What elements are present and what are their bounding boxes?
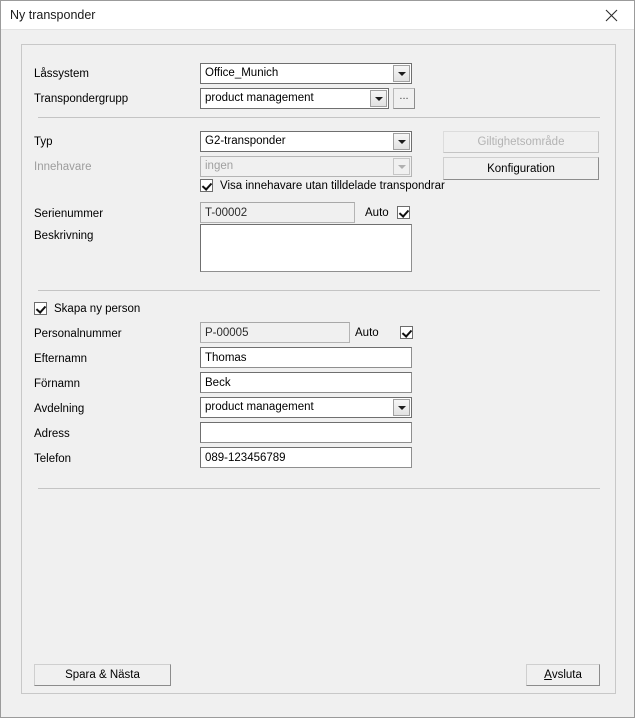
separator-3 bbox=[38, 488, 600, 489]
exit-button-rest: vsluta bbox=[551, 669, 582, 681]
title-bar: Ny transponder bbox=[1, 1, 634, 30]
create-new-person-checkbox[interactable]: Skapa ny person bbox=[34, 302, 140, 315]
transponder-group-value: product management bbox=[205, 92, 314, 104]
checkbox-box[interactable] bbox=[399, 326, 413, 339]
close-icon[interactable] bbox=[589, 1, 634, 29]
transponder-group-combo[interactable]: product management bbox=[200, 88, 389, 109]
checkbox-box[interactable] bbox=[34, 302, 47, 315]
serial-number-auto-label: Auto bbox=[365, 206, 389, 219]
locking-system-label: Låssystem bbox=[34, 68, 89, 80]
owner-combo: ingen bbox=[200, 156, 412, 177]
type-combo[interactable]: G2-transponder bbox=[200, 131, 412, 152]
personnel-number-auto-label: Auto bbox=[355, 326, 379, 339]
window-title: Ny transponder bbox=[10, 8, 96, 22]
serial-number-input[interactable] bbox=[200, 202, 355, 223]
separator-2 bbox=[38, 290, 600, 291]
validity-area-button: Giltighetsområde bbox=[443, 131, 599, 153]
last-name-label: Efternamn bbox=[34, 353, 88, 365]
serial-number-label: Serienummer bbox=[34, 208, 104, 220]
chevron-down-icon bbox=[393, 158, 410, 175]
transponder-group-browse-button[interactable]: ... bbox=[393, 88, 415, 109]
main-panel: Låssystem Office_Munich Transpondergrupp… bbox=[21, 44, 616, 694]
phone-input[interactable] bbox=[200, 447, 412, 468]
last-name-input[interactable] bbox=[200, 347, 412, 368]
department-combo[interactable]: product management bbox=[200, 397, 412, 418]
personnel-number-label: Personalnummer bbox=[34, 328, 122, 340]
locking-system-combo[interactable]: Office_Munich bbox=[200, 63, 412, 84]
save-and-next-button[interactable]: Spara & Nästa bbox=[34, 664, 171, 686]
configuration-button[interactable]: Konfiguration bbox=[443, 157, 599, 180]
create-new-person-label: Skapa ny person bbox=[54, 302, 141, 315]
chevron-down-icon[interactable] bbox=[393, 65, 410, 82]
personnel-number-auto-checkbox[interactable]: Auto bbox=[355, 326, 413, 339]
chevron-down-icon[interactable] bbox=[370, 90, 387, 107]
checkbox-box[interactable] bbox=[200, 179, 213, 192]
separator-1 bbox=[38, 117, 600, 118]
first-name-input[interactable] bbox=[200, 372, 412, 393]
transponder-group-label: Transpondergrupp bbox=[34, 93, 129, 105]
serial-number-auto-checkbox[interactable]: Auto bbox=[365, 206, 410, 219]
type-label: Typ bbox=[34, 136, 53, 148]
exit-button[interactable]: Avsluta bbox=[526, 664, 600, 686]
department-value: product management bbox=[205, 401, 314, 413]
owner-value: ingen bbox=[205, 160, 234, 172]
type-value: G2-transponder bbox=[205, 135, 286, 147]
dialog-window: Ny transponder Låssystem Office_Munich T… bbox=[0, 0, 635, 718]
show-owners-without-transponders-checkbox[interactable]: Visa innehavare utan tilldelade transpon… bbox=[200, 179, 445, 192]
address-label: Adress bbox=[34, 428, 70, 440]
checkbox-box[interactable] bbox=[396, 206, 410, 219]
description-label: Beskrivning bbox=[34, 230, 94, 242]
owner-label: Innehavare bbox=[34, 161, 92, 173]
phone-label: Telefon bbox=[34, 453, 72, 465]
locking-system-value: Office_Munich bbox=[205, 67, 279, 79]
exit-button-accel: A bbox=[544, 669, 552, 681]
department-label: Avdelning bbox=[34, 403, 85, 415]
show-owners-without-transponders-label: Visa innehavare utan tilldelade transpon… bbox=[220, 179, 445, 192]
chevron-down-icon[interactable] bbox=[393, 399, 410, 416]
address-input[interactable] bbox=[200, 422, 412, 443]
first-name-label: Förnamn bbox=[34, 378, 81, 390]
description-textarea[interactable] bbox=[200, 224, 412, 272]
chevron-down-icon[interactable] bbox=[393, 133, 410, 150]
personnel-number-input[interactable] bbox=[200, 322, 350, 343]
